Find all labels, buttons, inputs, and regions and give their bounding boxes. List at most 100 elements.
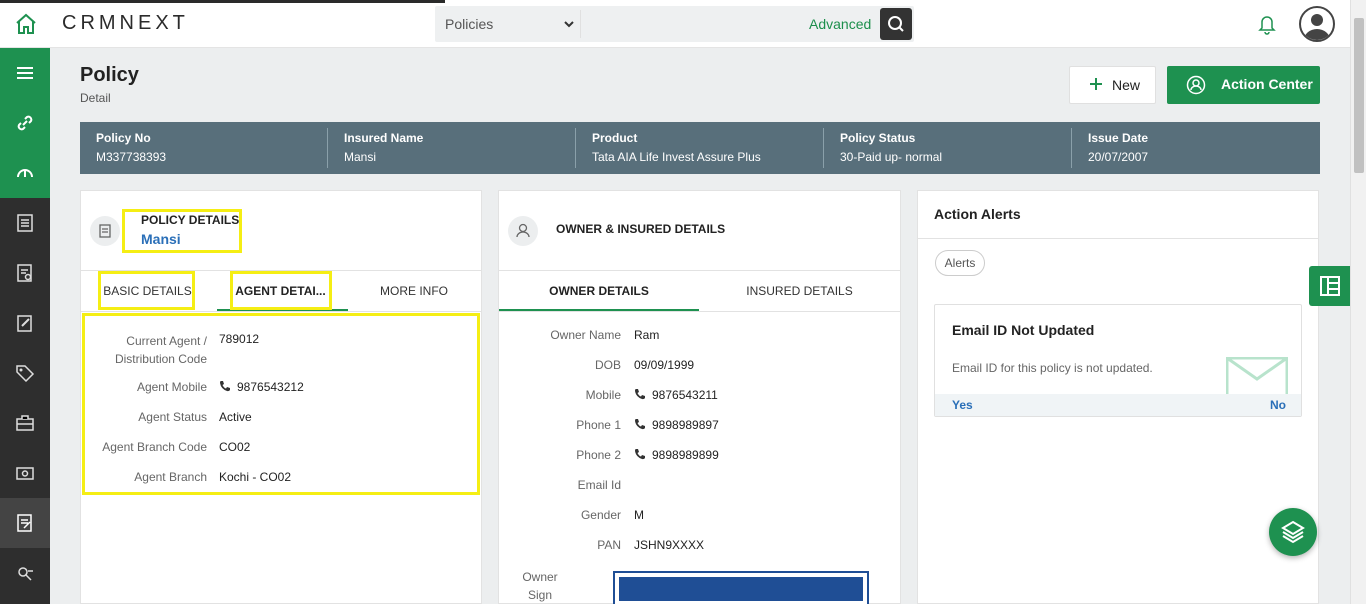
card-title: POLICY DETAILS: [141, 213, 240, 227]
sidebar: [0, 48, 50, 604]
field-value: Active: [219, 410, 252, 424]
card-title: OWNER & INSURED DETAILS: [556, 222, 726, 236]
owner-insured-card: OWNER & INSURED DETAILS OWNER DETAILS IN…: [498, 190, 901, 604]
chevron-down-icon[interactable]: [563, 18, 575, 30]
field-label: Mobile: [585, 388, 621, 402]
policy-holder-name[interactable]: Mansi: [141, 231, 181, 247]
field-label: Current Agent / Distribution Code: [114, 334, 207, 366]
home-icon[interactable]: [14, 13, 38, 35]
user-icon: [1304, 14, 1330, 40]
app-logo: CRMNEXT: [62, 12, 189, 34]
field-value: 789012: [219, 332, 260, 346]
field-label: Owner Sign: [522, 570, 558, 602]
global-search: Policies Advanced: [435, 6, 914, 42]
edit-icon[interactable]: [0, 298, 50, 348]
tab-owner-details[interactable]: OWNER DETAILS: [499, 271, 699, 312]
document-icon: [90, 216, 120, 246]
layers-icon: [1281, 520, 1305, 544]
field-label: Agent Branch: [134, 470, 207, 484]
plus-icon: [1090, 78, 1102, 90]
alert-description: Email ID for this policy is not updated.: [952, 361, 1153, 375]
alerts-filter-chip[interactable]: Alerts: [935, 250, 985, 276]
search-icon: [888, 16, 904, 32]
field-label: Email Id: [577, 478, 621, 492]
action-alerts-card: Action Alerts Alerts Email ID Not Update…: [917, 190, 1319, 604]
policy-icon[interactable]: [0, 498, 50, 548]
field-value: 9898989899: [634, 448, 719, 462]
field-value: 09/09/1999: [634, 358, 695, 372]
field-label: Phone 2: [576, 448, 621, 462]
field-label: Agent Branch Code: [102, 440, 207, 454]
no-link[interactable]: No: [1270, 398, 1286, 412]
briefcase-icon[interactable]: [0, 398, 50, 448]
tab-insured-details[interactable]: INSURED DETAILS: [699, 271, 900, 312]
field-value: M: [634, 508, 644, 522]
policy-details-card: POLICY DETAILS Mansi BASIC DETAILS AGENT…: [80, 190, 482, 604]
user-icon: [508, 216, 538, 246]
top-bar: CRMNEXT Policies Advanced: [0, 0, 1366, 48]
field-label: Gender: [580, 508, 621, 522]
highlight-box: [230, 271, 332, 310]
summary-issue-date: Issue Date 20/07/2007: [1088, 131, 1149, 164]
page-subtitle: Detail: [80, 91, 111, 105]
phone-icon[interactable]: [634, 388, 646, 400]
avatar[interactable]: [1299, 6, 1335, 42]
alert-actions: Yes No: [935, 394, 1301, 416]
link-icon[interactable]: [0, 98, 50, 148]
bell-icon[interactable]: [1257, 13, 1277, 35]
field-label: Phone 1: [576, 418, 621, 432]
module-select[interactable]: Policies: [445, 16, 493, 32]
highlight-box: [98, 271, 195, 310]
menu-icon[interactable]: [0, 48, 50, 98]
field-value: 9876543211: [634, 388, 718, 402]
summary-policy-status: Policy Status 30-Paid up- normal: [840, 131, 943, 164]
summary-product: Product Tata AIA Life Invest Assure Plus: [592, 131, 761, 164]
page-title: Policy: [80, 64, 139, 86]
money-icon[interactable]: [0, 448, 50, 498]
search-button[interactable]: [880, 8, 912, 40]
summary-policy-no: Policy No M337738393: [96, 131, 167, 164]
tag-icon[interactable]: [0, 348, 50, 398]
field-value: Kochi - CO02: [219, 470, 292, 484]
tab-more-info[interactable]: MORE INFO: [347, 271, 481, 312]
card-title: Action Alerts: [934, 206, 1021, 222]
dashboard-icon[interactable]: [0, 148, 50, 198]
field-label: Agent Status: [138, 410, 207, 424]
divider: [1071, 128, 1072, 168]
divider: [918, 238, 1318, 239]
divider: [327, 128, 328, 168]
report-icon[interactable]: [0, 248, 50, 298]
field-label: Owner Name: [550, 328, 621, 342]
yes-link[interactable]: Yes: [952, 398, 973, 412]
phone-icon[interactable]: [634, 418, 646, 430]
layout-panel-button[interactable]: [1309, 266, 1350, 306]
field-value: 9876543212: [219, 380, 304, 394]
field-label: DOB: [594, 358, 621, 372]
advanced-search-link[interactable]: Advanced: [809, 16, 871, 32]
page-scrollbar[interactable]: [1350, 0, 1366, 604]
layout-icon: [1320, 276, 1340, 296]
notes-icon[interactable]: [0, 198, 50, 248]
phone-icon[interactable]: [219, 380, 231, 392]
action-center-button[interactable]: Action Center: [1167, 66, 1320, 104]
scrollbar-thumb[interactable]: [1354, 18, 1364, 173]
field-value: CO02: [219, 440, 251, 454]
active-tab-indicator: [499, 309, 699, 311]
alert-title: Email ID Not Updated: [952, 322, 1095, 338]
new-button[interactable]: New: [1069, 66, 1156, 104]
owner-signature-image: [613, 571, 869, 604]
service-icon[interactable]: [0, 548, 50, 598]
envelope-icon: [1226, 357, 1288, 395]
layers-fab[interactable]: [1269, 508, 1317, 556]
divider: [580, 10, 581, 38]
field-value: JSHN9XXXX: [634, 538, 705, 552]
alert-item: Email ID Not Updated Email ID for this p…: [934, 304, 1302, 417]
divider: [823, 128, 824, 168]
summary-insured-name: Insured Name Mansi: [344, 131, 424, 164]
owner-tabs: OWNER DETAILS INSURED DETAILS: [499, 270, 900, 312]
field-value: 9898989897: [634, 418, 719, 432]
field-value: Ram: [634, 328, 660, 342]
phone-icon[interactable]: [634, 448, 646, 460]
divider: [575, 128, 576, 168]
field-label: PAN: [597, 538, 621, 552]
